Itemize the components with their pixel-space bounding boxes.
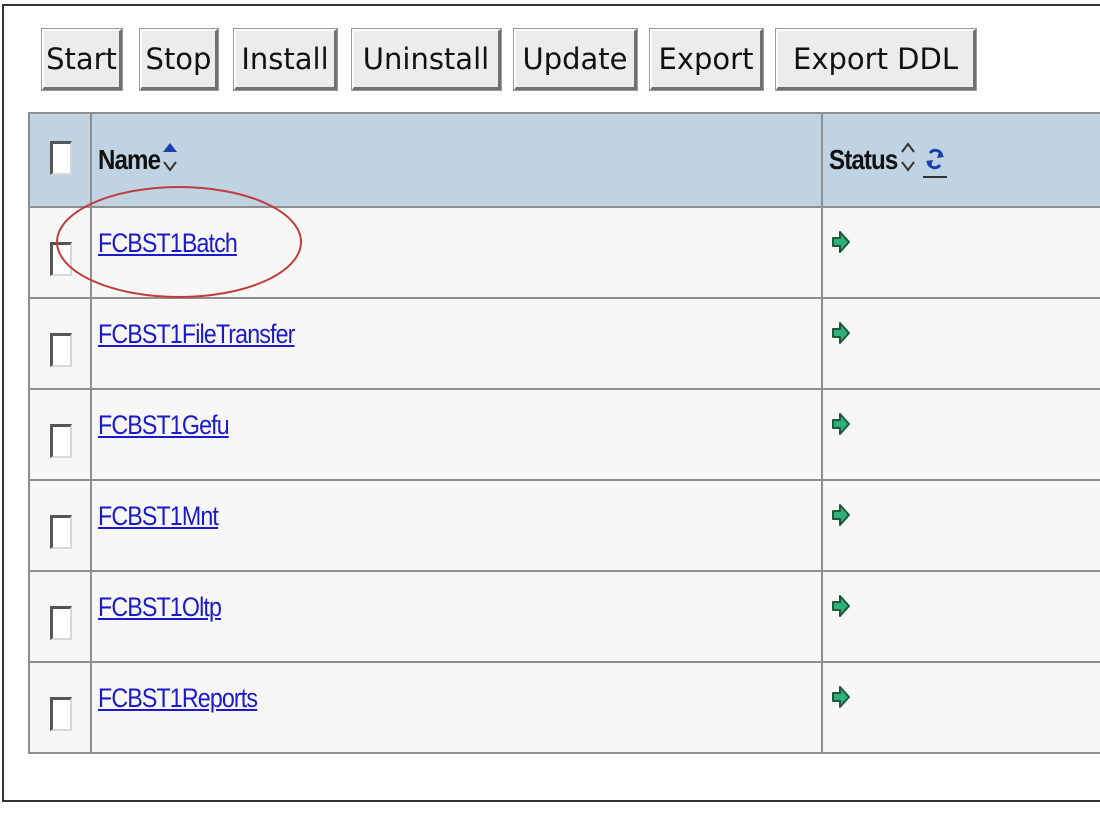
applications-table: Name Status FCBST1Batch FCBST1FileTransf… — [28, 112, 1100, 754]
started-arrow-icon — [832, 504, 850, 526]
started-arrow-icon — [832, 413, 850, 435]
row-checkbox[interactable] — [50, 515, 72, 549]
application-link[interactable]: FCBST1Mnt — [98, 501, 219, 532]
started-arrow-icon — [832, 322, 850, 344]
select-all-cell — [28, 112, 92, 208]
select-all-checkbox[interactable] — [50, 140, 72, 175]
application-link[interactable]: FCBST1Gefu — [98, 410, 230, 441]
uninstall-button[interactable]: Uninstall — [351, 28, 502, 91]
row-select-cell — [28, 206, 92, 299]
application-link[interactable]: FCBST1FileTransfer — [98, 319, 295, 350]
status-cell — [821, 206, 1100, 299]
row-checkbox[interactable] — [50, 697, 72, 731]
name-header-label: Name — [98, 144, 161, 175]
status-cell — [821, 479, 1100, 572]
status-cell — [821, 297, 1100, 390]
row-checkbox[interactable] — [50, 242, 72, 276]
row-checkbox[interactable] — [50, 424, 72, 458]
application-link[interactable]: FCBST1Batch — [98, 228, 238, 259]
name-cell: FCBST1Reports — [90, 661, 823, 754]
name-cell: FCBST1Batch — [90, 206, 823, 299]
status-cell — [821, 388, 1100, 481]
table-row: FCBST1Batch — [28, 206, 1100, 299]
name-cell: FCBST1Oltp — [90, 570, 823, 663]
install-button[interactable]: Install — [233, 28, 338, 91]
update-button[interactable]: Update — [513, 28, 638, 91]
row-select-cell — [28, 661, 92, 754]
status-column-header[interactable]: Status — [821, 112, 1100, 208]
row-select-cell — [28, 479, 92, 572]
row-checkbox[interactable] — [50, 333, 72, 367]
sort-ascending-icon[interactable] — [161, 140, 179, 180]
export-button[interactable]: Export — [649, 28, 764, 91]
name-column-header[interactable]: Name — [90, 112, 823, 208]
sort-icon[interactable] — [899, 140, 917, 180]
table-header-row: Name Status — [28, 112, 1100, 208]
status-cell — [821, 661, 1100, 754]
name-cell: FCBST1FileTransfer — [90, 297, 823, 390]
table-row: FCBST1Oltp — [28, 570, 1100, 663]
row-select-cell — [28, 297, 92, 390]
table-row: FCBST1FileTransfer — [28, 297, 1100, 390]
start-button[interactable]: Start — [41, 28, 123, 91]
started-arrow-icon — [832, 231, 850, 253]
name-cell: FCBST1Mnt — [90, 479, 823, 572]
status-header-label: Status — [829, 144, 898, 175]
export-ddl-button[interactable]: Export DDL — [775, 28, 977, 91]
row-select-cell — [28, 570, 92, 663]
stop-button[interactable]: Stop — [139, 28, 219, 91]
table-row: FCBST1Gefu — [28, 388, 1100, 481]
refresh-icon[interactable] — [923, 140, 948, 180]
name-cell: FCBST1Gefu — [90, 388, 823, 481]
application-link[interactable]: FCBST1Reports — [98, 683, 258, 714]
row-checkbox[interactable] — [50, 606, 72, 640]
started-arrow-icon — [832, 595, 850, 617]
table-row: FCBST1Mnt — [28, 479, 1100, 572]
table-row: FCBST1Reports — [28, 661, 1100, 754]
status-cell — [821, 570, 1100, 663]
started-arrow-icon — [832, 686, 850, 708]
application-link[interactable]: FCBST1Oltp — [98, 592, 222, 623]
row-select-cell — [28, 388, 92, 481]
